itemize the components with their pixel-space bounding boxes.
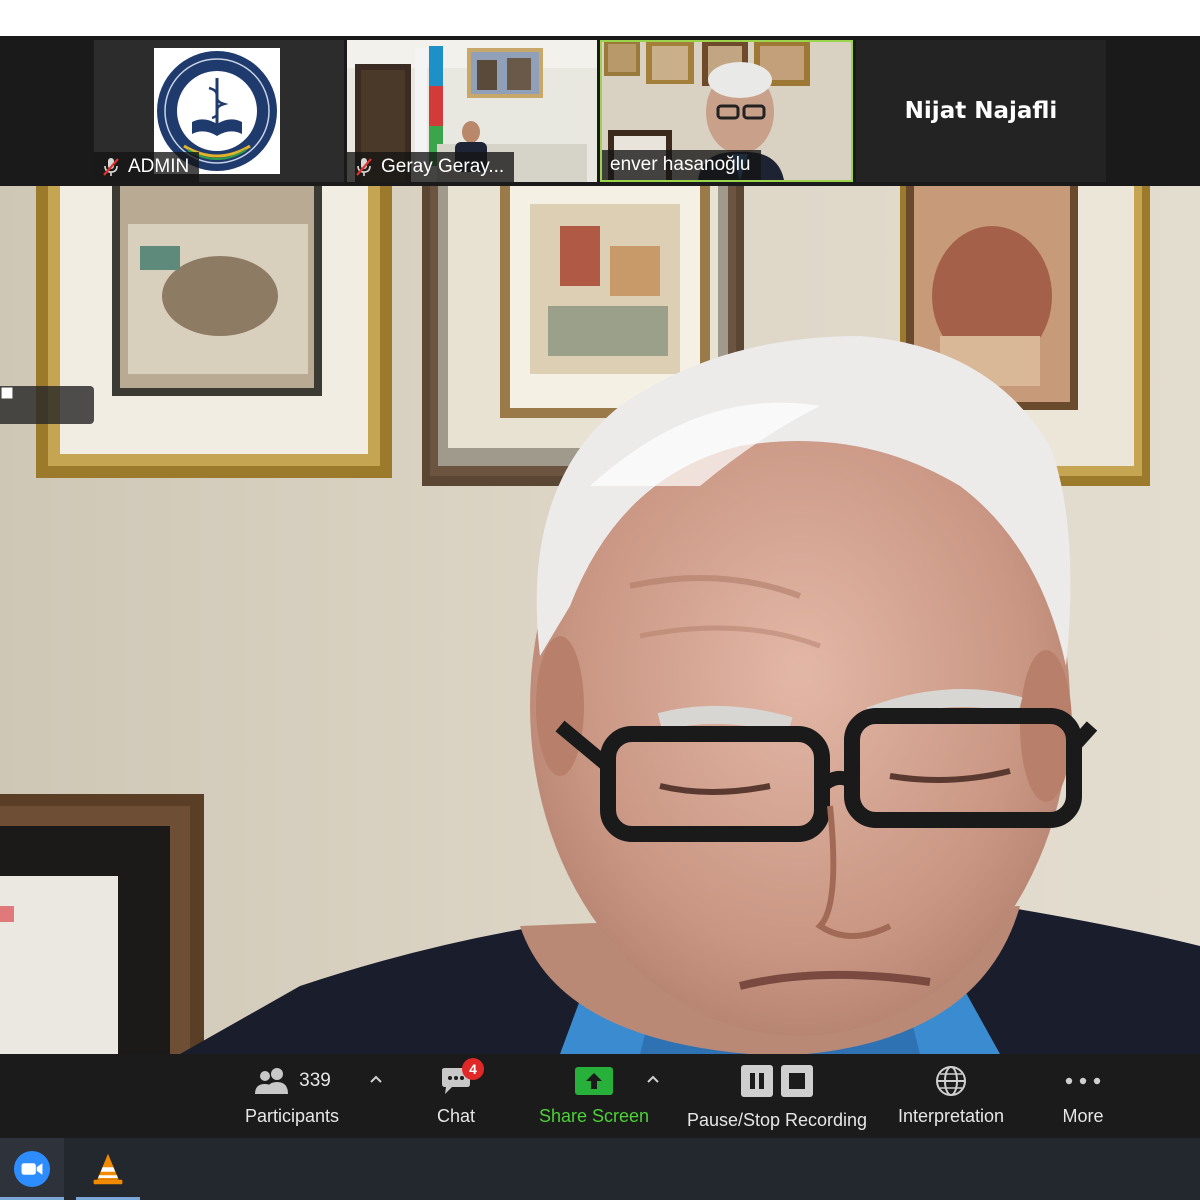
globe-icon [936,1066,966,1096]
more-icon [1065,1077,1101,1085]
mic-muted-icon [103,158,119,176]
participant-name-tag: enver hasanoğlu [602,150,761,180]
globe-icon-wrap [888,1064,1014,1098]
stop-icon [781,1065,813,1097]
pause-icon [741,1065,773,1097]
record-label: Pause/Stop Recording [686,1110,868,1130]
chat-button[interactable]: 4 Chat [414,1054,498,1138]
participant-name-tag: Geray Geray... [347,152,515,182]
participants-icon [255,1068,289,1094]
meeting-toolbar: 339 Participants 4 Chat Share Screen Pau… [0,1054,1200,1138]
participant-name: Geray Geray... [381,156,505,177]
participant-name-tag: ADMIN [94,152,200,182]
share-screen-label: Share Screen [538,1106,650,1126]
more-label: More [1062,1106,1104,1126]
share-icon-wrap [528,1064,660,1098]
vlc-icon [93,1153,123,1185]
stop-recording-button[interactable] [1,387,75,414]
chat-label: Chat [436,1106,476,1126]
zoom-app-icon [13,1150,51,1188]
chevron-up-icon[interactable] [368,1072,384,1086]
share-screen-icon [575,1067,613,1095]
chevron-up-icon[interactable] [645,1072,661,1086]
chat-icon-wrap [414,1064,498,1098]
chat-unread-badge: 4 [462,1058,484,1080]
taskbar-vlc-app[interactable] [76,1138,140,1200]
participants-video-strip: ADMIN Geray Geray... enver hasanoğlu Nij… [0,36,1200,186]
participant-tile-admin[interactable]: ADMIN [94,40,344,182]
recording-controls [0,386,94,424]
share-screen-button[interactable]: Share Screen [528,1054,660,1138]
active-speaker-video [0,186,1200,1054]
more-icon-wrap [1046,1064,1120,1098]
participant-tile-nijat[interactable]: Nijat Najafli [856,40,1106,182]
os-taskbar [0,1138,1200,1200]
participant-tile-geray[interactable]: Geray Geray... [347,40,597,182]
stop-icon [1,387,13,399]
window-top-area [0,0,1200,36]
participants-count: 339 [299,1070,331,1091]
interpretation-button[interactable]: Interpretation [888,1054,1014,1138]
participants-button[interactable]: 339 Participants [236,1054,348,1138]
participant-name: ADMIN [128,156,190,177]
more-button[interactable]: More [1046,1054,1120,1138]
participant-tile-enver-active-speaker[interactable]: enver hasanoğlu [600,40,853,182]
taskbar-zoom-app[interactable] [0,1138,64,1200]
participants-label: Participants [244,1106,340,1126]
interpretation-label: Interpretation [897,1106,1005,1126]
record-icon-wrap [680,1064,874,1098]
mic-muted-icon [356,158,372,176]
speaker-video-frame [0,186,1200,1054]
pause-stop-recording-button[interactable]: Pause/Stop Recording [680,1054,874,1138]
participants-icon-wrap: 339 [236,1064,348,1098]
participant-name: Nijat Najafli [904,98,1058,124]
participant-name: enver hasanoğlu [610,154,751,175]
pause-recording-button[interactable] [2,387,38,414]
